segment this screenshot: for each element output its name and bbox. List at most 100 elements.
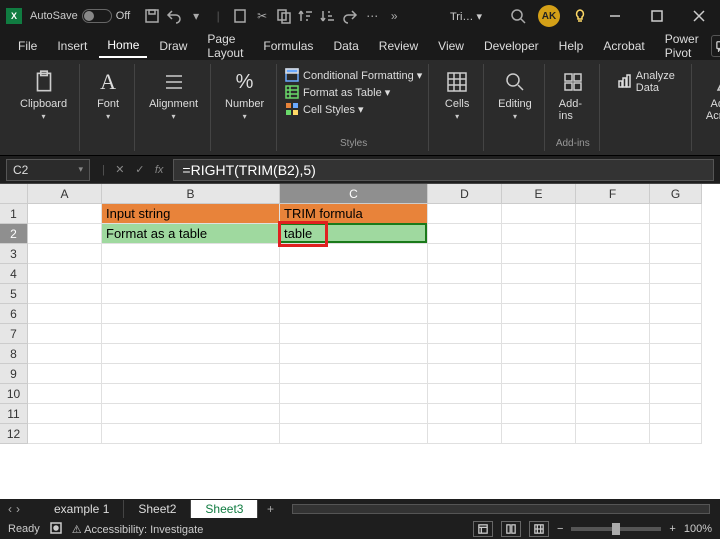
cell-F8[interactable]	[576, 344, 650, 364]
cancel-formula-button[interactable]: ✕	[111, 163, 129, 176]
tab-view[interactable]: View	[430, 35, 472, 57]
cell-C12[interactable]	[280, 424, 428, 444]
bulb-icon[interactable]	[572, 8, 588, 24]
save-icon[interactable]	[144, 8, 160, 24]
cell-B11[interactable]	[102, 404, 280, 424]
undo-icon[interactable]	[166, 8, 182, 24]
cell-F1[interactable]	[576, 204, 650, 224]
column-header-D[interactable]: D	[428, 184, 502, 204]
minimize-button[interactable]	[600, 2, 630, 30]
normal-view-button[interactable]	[473, 521, 493, 537]
page-break-view-button[interactable]	[529, 521, 549, 537]
cell-F12[interactable]	[576, 424, 650, 444]
sheet-tab-sheet2[interactable]: Sheet2	[124, 500, 191, 518]
cell-G10[interactable]	[650, 384, 702, 404]
cell-C8[interactable]	[280, 344, 428, 364]
tab-insert[interactable]: Insert	[49, 35, 95, 57]
zoom-slider[interactable]	[571, 527, 661, 531]
cell-D12[interactable]	[428, 424, 502, 444]
cell-styles-button[interactable]: Cell Styles ▾	[285, 102, 422, 116]
cell-C1[interactable]: TRIM formula	[280, 204, 428, 224]
tab-draw[interactable]: Draw	[151, 35, 195, 57]
font-button[interactable]: A Font ▾	[90, 66, 126, 123]
row-header-2[interactable]: 2	[0, 224, 28, 244]
cell-A10[interactable]	[28, 384, 102, 404]
tab-power-pivot[interactable]: Power Pivot	[657, 28, 707, 64]
cell-F6[interactable]	[576, 304, 650, 324]
conditional-formatting-button[interactable]: Conditional Formatting ▾	[285, 68, 422, 82]
column-header-F[interactable]: F	[576, 184, 650, 204]
cell-C4[interactable]	[280, 264, 428, 284]
row-header-9[interactable]: 9	[0, 364, 28, 384]
cell-G6[interactable]	[650, 304, 702, 324]
fx-icon[interactable]: fx	[155, 164, 164, 176]
cell-G11[interactable]	[650, 404, 702, 424]
cell-D9[interactable]	[428, 364, 502, 384]
column-header-B[interactable]: B	[102, 184, 280, 204]
cell-G12[interactable]	[650, 424, 702, 444]
cell-C11[interactable]	[280, 404, 428, 424]
zoom-out-button[interactable]: −	[557, 523, 563, 535]
cell-B6[interactable]	[102, 304, 280, 324]
row-header-1[interactable]: 1	[0, 204, 28, 224]
macro-record-icon[interactable]	[50, 522, 62, 537]
cell-A11[interactable]	[28, 404, 102, 424]
cell-G3[interactable]	[650, 244, 702, 264]
spreadsheet-grid[interactable]: ABCDEFG 123456789101112 Input stringTRIM…	[0, 184, 720, 499]
autosave-toggle[interactable]: AutoSave Off	[30, 9, 130, 23]
tab-data[interactable]: Data	[325, 35, 366, 57]
add-sheet-button[interactable]: +	[258, 502, 282, 516]
cell-D10[interactable]	[428, 384, 502, 404]
document-name[interactable]: Tri… ▾	[450, 10, 482, 23]
alignment-button[interactable]: Alignment ▾	[145, 66, 202, 123]
cell-C10[interactable]	[280, 384, 428, 404]
analyze-data-button[interactable]: Analyze Data	[610, 66, 683, 98]
adobe-button[interactable]: Ado… Acrob…	[702, 66, 720, 124]
cell-E8[interactable]	[502, 344, 576, 364]
select-all-corner[interactable]	[0, 184, 28, 204]
row-header-7[interactable]: 7	[0, 324, 28, 344]
editing-button[interactable]: Editing ▾	[494, 66, 536, 123]
tab-home[interactable]: Home	[99, 34, 147, 58]
cell-B2[interactable]: Format as a table	[102, 224, 280, 244]
cell-A3[interactable]	[28, 244, 102, 264]
zoom-level[interactable]: 100%	[684, 523, 712, 535]
cell-F5[interactable]	[576, 284, 650, 304]
cell-A5[interactable]	[28, 284, 102, 304]
cell-F7[interactable]	[576, 324, 650, 344]
column-header-A[interactable]: A	[28, 184, 102, 204]
sheet-prev-button[interactable]: ‹	[8, 502, 12, 516]
cell-E1[interactable]	[502, 204, 576, 224]
tab-help[interactable]: Help	[551, 35, 592, 57]
sheet-tab-example1[interactable]: example 1	[40, 500, 124, 518]
zoom-in-button[interactable]: +	[669, 523, 675, 535]
cell-B10[interactable]	[102, 384, 280, 404]
format-as-table-button[interactable]: Format as Table ▾	[285, 85, 422, 99]
cell-F3[interactable]	[576, 244, 650, 264]
cell-E3[interactable]	[502, 244, 576, 264]
row-header-3[interactable]: 3	[0, 244, 28, 264]
toggle-switch-icon[interactable]	[82, 9, 112, 23]
cells-button[interactable]: Cells ▾	[439, 66, 475, 123]
copy-icon[interactable]	[276, 8, 292, 24]
new-icon[interactable]	[232, 8, 248, 24]
row-header-6[interactable]: 6	[0, 304, 28, 324]
redo-history-icon[interactable]: ▾	[188, 8, 204, 24]
row-header-5[interactable]: 5	[0, 284, 28, 304]
page-layout-view-button[interactable]	[501, 521, 521, 537]
cell-D2[interactable]	[428, 224, 502, 244]
cell-B3[interactable]	[102, 244, 280, 264]
tab-file[interactable]: File	[10, 35, 45, 57]
cell-A2[interactable]	[28, 224, 102, 244]
cell-C7[interactable]	[280, 324, 428, 344]
cell-E10[interactable]	[502, 384, 576, 404]
cell-F9[interactable]	[576, 364, 650, 384]
cell-A12[interactable]	[28, 424, 102, 444]
cell-E6[interactable]	[502, 304, 576, 324]
tab-formulas[interactable]: Formulas	[255, 35, 321, 57]
cell-A7[interactable]	[28, 324, 102, 344]
cell-E4[interactable]	[502, 264, 576, 284]
column-header-G[interactable]: G	[650, 184, 702, 204]
accessibility-status[interactable]: ⚠ Accessibility: Investigate	[72, 523, 204, 536]
name-box[interactable]: C2 ▾	[6, 159, 90, 181]
